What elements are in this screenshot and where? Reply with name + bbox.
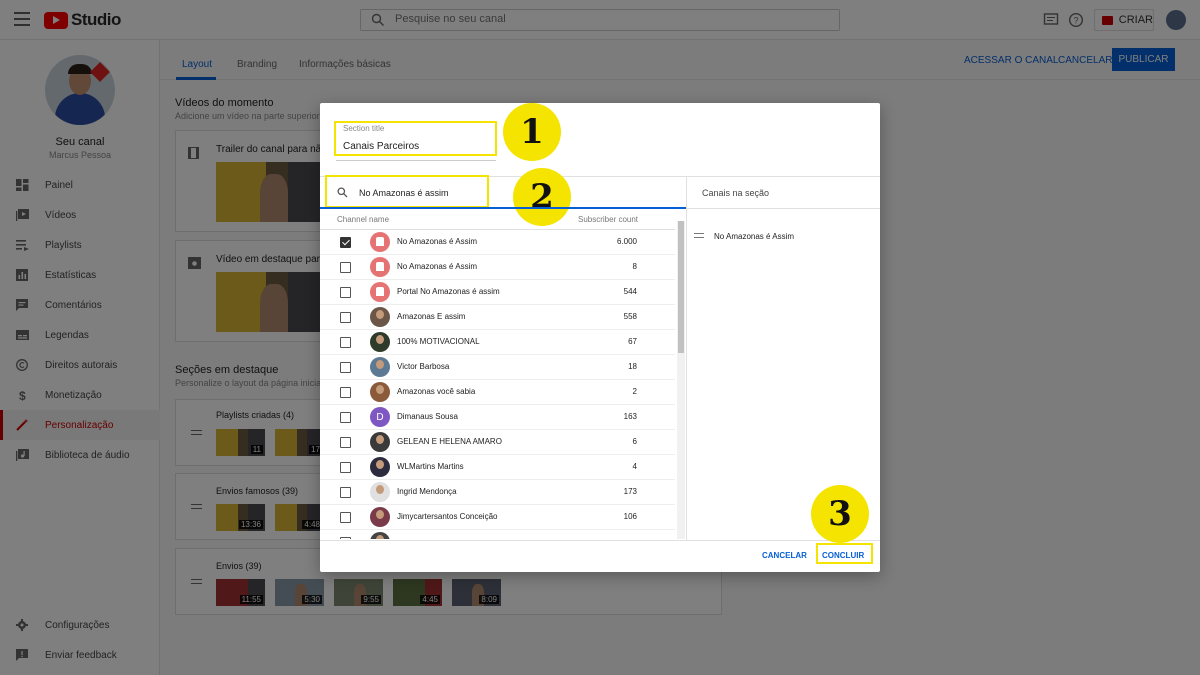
- channel-name: Amazonas E assim: [397, 312, 466, 321]
- checkbox[interactable]: [340, 337, 351, 348]
- channel-section-dialog: Section title Canais Parceiros 1 No Amaz…: [320, 103, 880, 572]
- checkbox[interactable]: [340, 462, 351, 473]
- checkbox[interactable]: [340, 312, 351, 323]
- channel-name: Victor Barbosa: [397, 362, 450, 371]
- channel-avatar: D: [370, 407, 390, 427]
- checkbox[interactable]: [340, 287, 351, 298]
- channel-row-partial[interactable]: [320, 530, 675, 539]
- channel-row[interactable]: Jimycartersantos Conceição 106: [320, 505, 675, 530]
- channel-row[interactable]: Amazonas E assim 558: [320, 305, 675, 330]
- subscriber-count: 8: [632, 262, 637, 271]
- step-badge-2: 2: [513, 168, 571, 226]
- step-badge-1: 1: [503, 103, 561, 161]
- highlight-box-3: [816, 543, 873, 564]
- channel-avatar: [370, 382, 390, 402]
- checkbox[interactable]: [340, 437, 351, 448]
- channel-name: No Amazonas é Assim: [397, 237, 478, 246]
- channel-avatar: [370, 332, 390, 352]
- checkbox[interactable]: [340, 512, 351, 523]
- channel-avatar: [370, 307, 390, 327]
- checkbox[interactable]: [340, 262, 351, 273]
- channel-name: Portal No Amazonas é assim: [397, 287, 500, 296]
- subscriber-count: 558: [623, 312, 637, 321]
- channel-name: GELEAN E HELENA AMARO: [397, 437, 502, 446]
- channel-avatar: [370, 457, 390, 477]
- channel-row[interactable]: D Dimanaus Sousa 163: [320, 405, 675, 430]
- channel-row[interactable]: WLMartins Martins 4: [320, 455, 675, 480]
- channel-row[interactable]: GELEAN E HELENA AMARO 6: [320, 430, 675, 455]
- channel-avatar: [370, 232, 390, 252]
- subscriber-count: 67: [628, 337, 637, 346]
- checkbox[interactable]: [340, 537, 351, 539]
- selected-channel-name: No Amazonas é Assim: [714, 232, 795, 241]
- subscriber-count: 6: [632, 437, 637, 446]
- checkbox[interactable]: [340, 387, 351, 398]
- subscriber-count: 4: [632, 462, 637, 471]
- col-subscriber-count: Subscriber count: [578, 215, 639, 224]
- highlight-box-1: [334, 121, 497, 156]
- channel-row[interactable]: No Amazonas é Assim 6.000: [320, 230, 675, 255]
- channel-avatar: [370, 357, 390, 377]
- search-focus-underline: [320, 207, 686, 209]
- channel-avatar: [370, 532, 390, 539]
- divider: [686, 176, 687, 541]
- checkbox[interactable]: [340, 362, 351, 373]
- channel-name: No Amazonas é Assim: [397, 262, 478, 271]
- scrollbar-thumb[interactable]: [678, 221, 684, 353]
- highlight-box-2: [325, 175, 489, 208]
- channel-name: WLMartins Martins: [397, 462, 464, 471]
- channel-name: 100% MOTIVACIONAL: [397, 337, 480, 346]
- col-channel-name: Channel name: [337, 215, 390, 224]
- dialog-cancel-button[interactable]: CANCELAR: [762, 551, 807, 560]
- channel-name: Amazonas você sabia: [397, 387, 476, 396]
- selected-channels-header: Canais na seção: [702, 188, 770, 198]
- channel-row[interactable]: Victor Barbosa 18: [320, 355, 675, 380]
- subscriber-count: 106: [623, 512, 637, 521]
- channel-name: Ingrid Mendonça: [397, 487, 457, 496]
- checkbox[interactable]: [340, 237, 351, 248]
- channel-row[interactable]: Amazonas você sabia 2: [320, 380, 675, 405]
- subscriber-count: 173: [623, 487, 637, 496]
- channel-name: Dimanaus Sousa: [397, 412, 458, 421]
- section-title-underline: [336, 160, 496, 161]
- channel-row[interactable]: Ingrid Mendonça 173: [320, 480, 675, 505]
- channel-row[interactable]: No Amazonas é Assim 8: [320, 255, 675, 280]
- channel-avatar: [370, 282, 390, 302]
- channel-avatar: [370, 507, 390, 527]
- checkbox[interactable]: [340, 487, 351, 498]
- divider: [686, 208, 880, 209]
- channel-avatar: [370, 432, 390, 452]
- channel-name: Jimycartersantos Conceição: [397, 512, 498, 521]
- channel-avatar: [370, 482, 390, 502]
- subscriber-count: 544: [623, 287, 637, 296]
- drag-handle-icon[interactable]: [694, 233, 704, 238]
- subscriber-count: 163: [623, 412, 637, 421]
- checkbox[interactable]: [340, 412, 351, 423]
- channel-avatar: [370, 257, 390, 277]
- subscriber-count: 18: [628, 362, 637, 371]
- channel-row[interactable]: Portal No Amazonas é assim 544: [320, 280, 675, 305]
- subscriber-count: 2: [632, 387, 637, 396]
- step-badge-3: 3: [811, 485, 869, 543]
- channel-row[interactable]: 100% MOTIVACIONAL 67: [320, 330, 675, 355]
- subscriber-count: 6.000: [616, 237, 637, 246]
- divider: [320, 540, 880, 541]
